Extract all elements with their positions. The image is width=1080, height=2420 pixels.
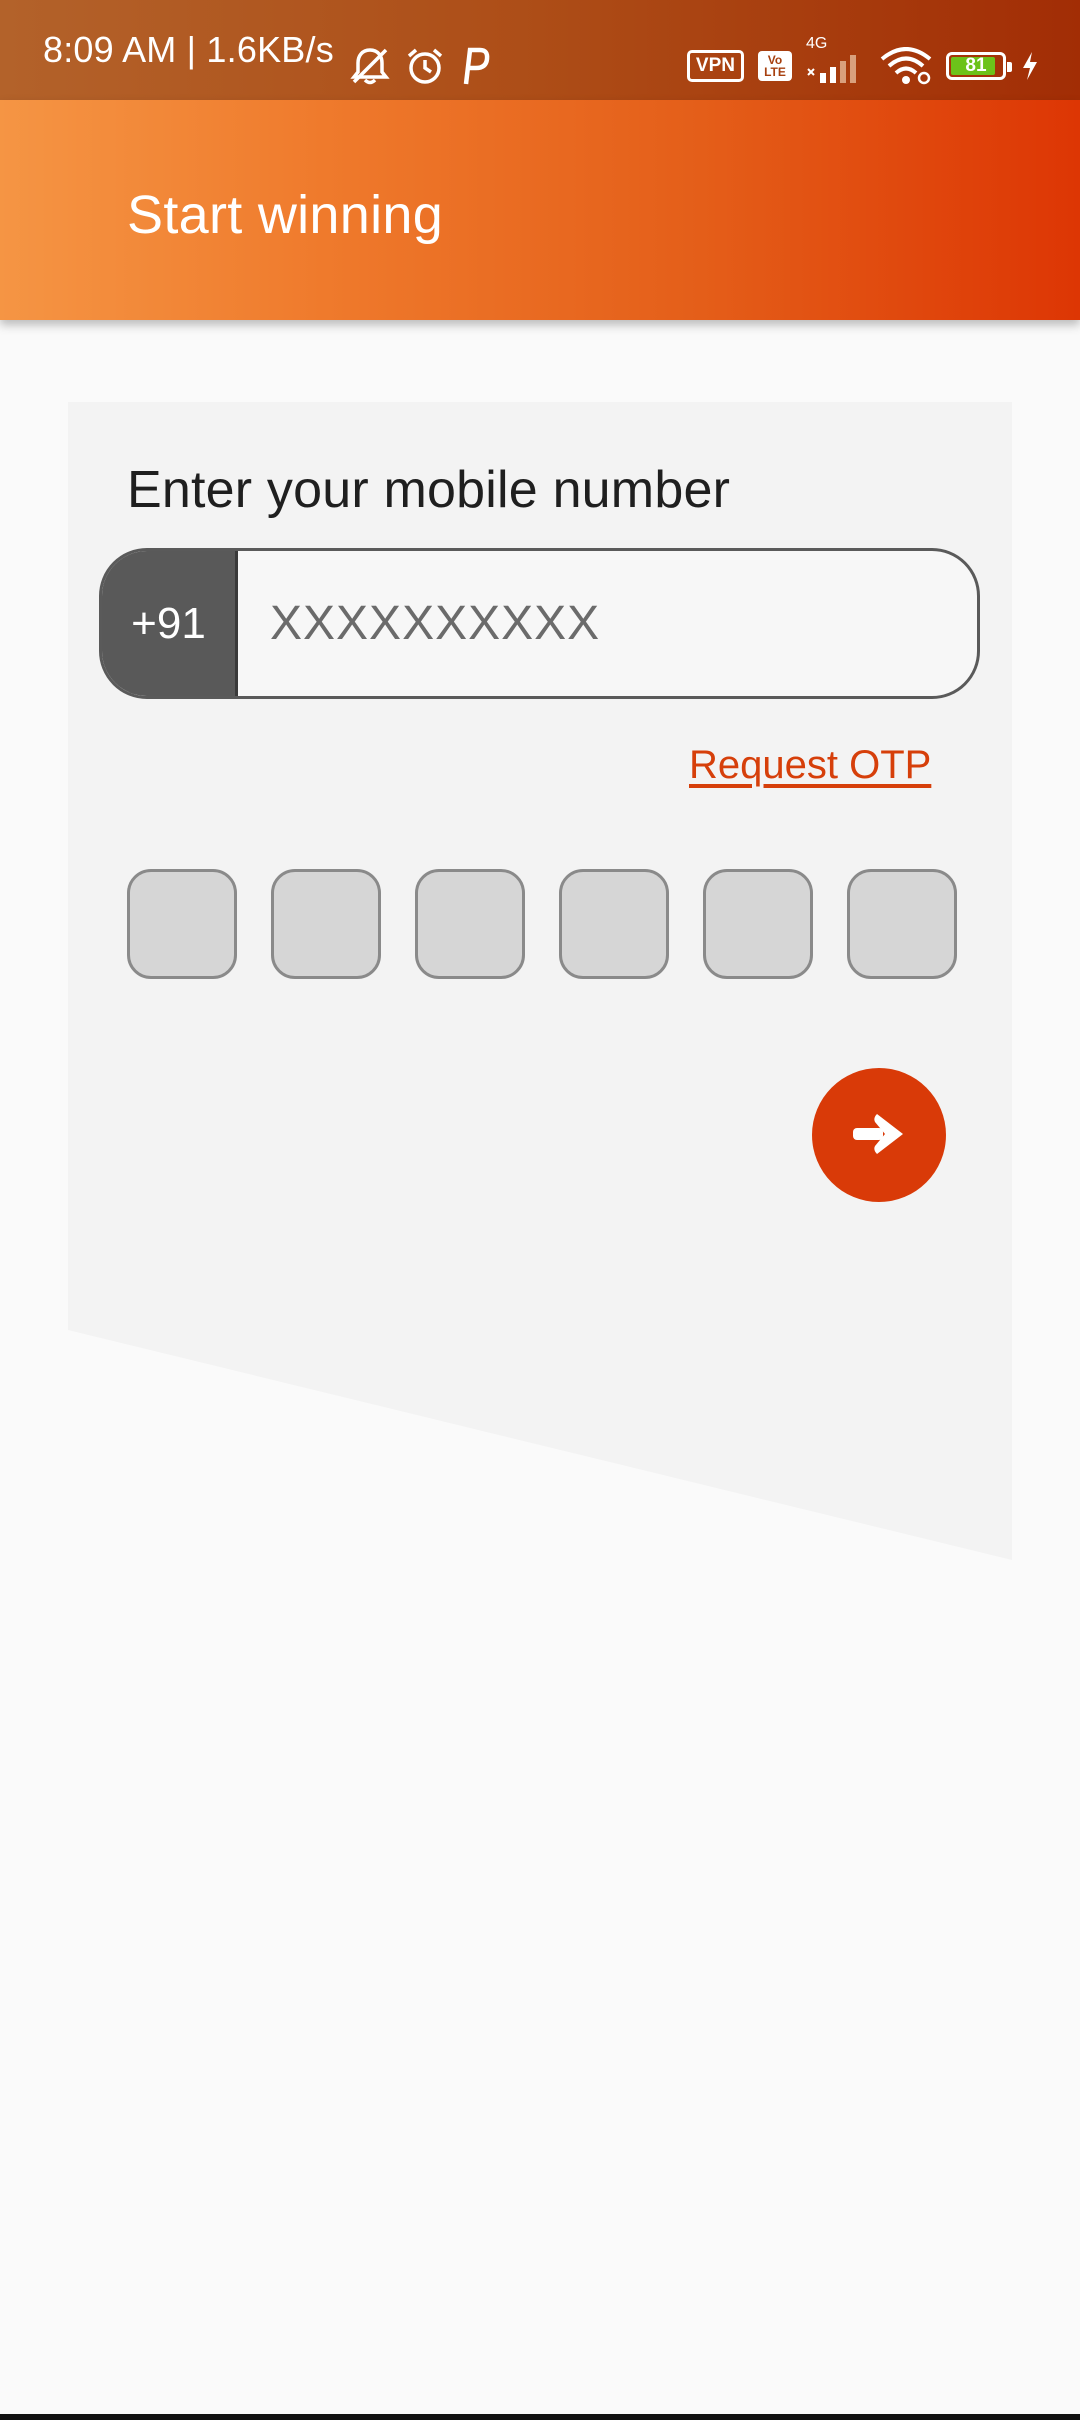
wifi-icon (880, 47, 932, 85)
next-button[interactable] (812, 1068, 946, 1202)
volte-icon: Vo LTE (758, 51, 792, 81)
status-icons-left (348, 44, 490, 88)
login-card (68, 402, 1012, 1560)
otp-digit-1[interactable] (127, 869, 237, 979)
status-icons-right: VPN Vo LTE 4G 81 (686, 35, 1040, 88)
signal-icon: 4G (806, 35, 866, 83)
volte-bottom-label: LTE (764, 65, 786, 79)
charging-icon (1020, 50, 1040, 82)
otp-digit-4[interactable] (559, 869, 669, 979)
bell-muted-icon (348, 46, 392, 86)
phone-number-field: +91 (99, 548, 980, 699)
parking-app-icon (458, 46, 490, 86)
status-bar: 8:09 AM | 1.6KB/s VPN Vo LTE 4G 81 (0, 0, 1080, 100)
phone-input[interactable] (238, 551, 977, 696)
network-label: 4G (806, 35, 828, 52)
request-otp-link[interactable]: Request OTP (689, 743, 931, 788)
otp-digit-3[interactable] (415, 869, 525, 979)
vpn-badge: VPN (686, 50, 744, 82)
battery-icon: 81 (946, 52, 1012, 80)
otp-digit-2[interactable] (271, 869, 381, 979)
arrow-right-icon (851, 1110, 907, 1161)
app-title: Start winning (127, 185, 444, 245)
battery-level: 81 (965, 55, 987, 76)
battery-tip (1007, 62, 1012, 72)
country-code[interactable]: +91 (102, 551, 238, 696)
status-time: 8:09 AM | 1.6KB/s (43, 29, 334, 70)
navigation-bar-edge (0, 2414, 1080, 2420)
app-bar: Start winning (0, 100, 1080, 320)
otp-digit-6[interactable] (847, 869, 957, 979)
otp-input-group (127, 869, 957, 979)
mobile-number-heading: Enter your mobile number (127, 461, 731, 519)
otp-digit-5[interactable] (703, 869, 813, 979)
alarm-icon (404, 46, 446, 86)
